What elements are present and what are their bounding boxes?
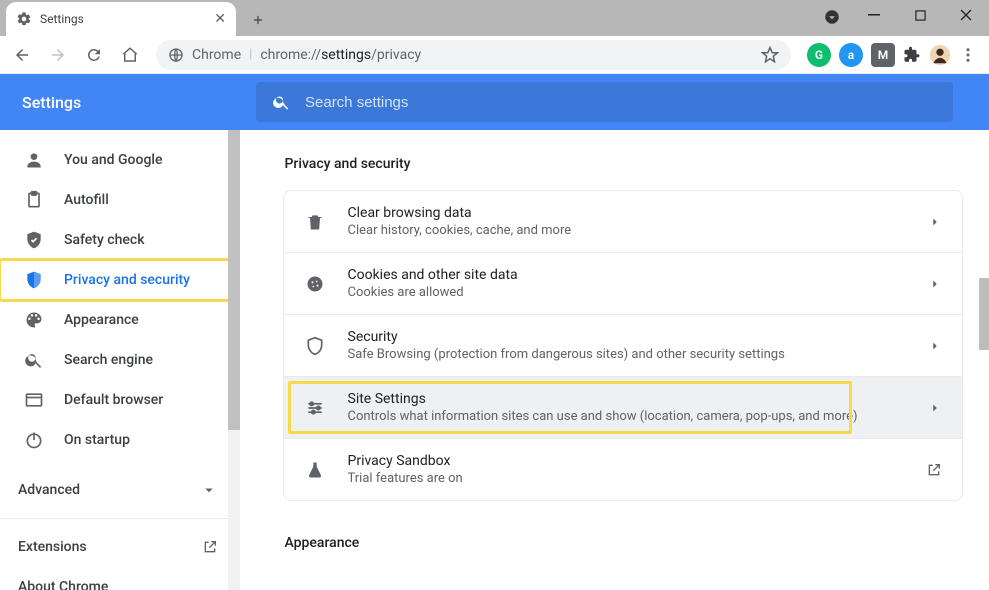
window-controls xyxy=(851,0,989,30)
row-privacy-sandbox[interactable]: Privacy Sandbox Trial features are on xyxy=(284,438,962,500)
row-security[interactable]: Security Safe Browsing (protection from … xyxy=(284,314,962,376)
chevron-right-icon xyxy=(928,401,942,415)
privacy-card: Clear browsing data Clear history, cooki… xyxy=(283,190,963,501)
extensions-puzzle-icon[interactable] xyxy=(903,46,921,64)
address-bar[interactable]: Chrome | chrome://settings/privacy xyxy=(156,40,791,70)
search-icon xyxy=(272,92,291,112)
main-scrollbar[interactable] xyxy=(979,130,989,590)
extension-a-icon[interactable]: a xyxy=(839,43,863,67)
shield-check-icon xyxy=(24,230,44,250)
close-window-button[interactable] xyxy=(943,0,989,30)
sidebar-about-chrome[interactable]: About Chrome xyxy=(0,567,240,590)
row-title: Clear browsing data xyxy=(348,205,906,221)
row-cookies[interactable]: Cookies and other site data Cookies are … xyxy=(284,252,962,314)
chevron-right-icon xyxy=(928,215,942,229)
extension-m-icon[interactable]: M xyxy=(871,43,895,67)
shield-icon xyxy=(24,270,44,290)
sidebar-item-you-and-google[interactable]: You and Google xyxy=(0,140,240,180)
home-button[interactable] xyxy=(114,39,146,71)
maximize-button[interactable] xyxy=(897,0,943,30)
row-subtitle: Trial features are on xyxy=(348,471,904,486)
row-clear-browsing-data[interactable]: Clear browsing data Clear history, cooki… xyxy=(284,191,962,252)
shield-icon xyxy=(304,336,326,356)
power-icon xyxy=(24,430,44,450)
url-context: Chrome xyxy=(192,47,241,63)
advanced-label: Advanced xyxy=(18,482,80,498)
trash-icon xyxy=(304,212,326,232)
sidebar-item-default-browser[interactable]: Default browser xyxy=(0,380,240,420)
row-subtitle: Safe Browsing (protection from dangerous… xyxy=(348,347,906,362)
row-title: Privacy Sandbox xyxy=(348,453,904,469)
settings-sidebar: You and Google Autofill Safety check Pri… xyxy=(0,130,256,590)
row-title: Site Settings xyxy=(348,391,906,407)
sliders-icon xyxy=(304,398,326,418)
sidebar-label: Autofill xyxy=(64,192,109,208)
window-titlebar: Settings ✕ xyxy=(0,0,989,36)
extension-grammarly-icon[interactable]: G xyxy=(807,43,831,67)
browser-icon xyxy=(24,390,44,410)
browser-tab[interactable]: Settings ✕ xyxy=(6,2,236,36)
chevron-right-icon xyxy=(928,277,942,291)
settings-title: Settings xyxy=(0,93,256,112)
url-text: chrome://settings/privacy xyxy=(260,47,421,63)
profile-avatar-icon[interactable] xyxy=(929,44,951,66)
sidebar-item-on-startup[interactable]: On startup xyxy=(0,420,240,460)
open-external-icon xyxy=(926,462,942,478)
row-title: Cookies and other site data xyxy=(348,267,906,283)
search-input[interactable] xyxy=(305,94,937,111)
forward-button[interactable] xyxy=(42,39,74,71)
sidebar-label: Default browser xyxy=(64,392,163,408)
sidebar-label: Appearance xyxy=(64,312,139,328)
search-icon xyxy=(24,350,44,370)
row-site-settings[interactable]: Site Settings Controls what information … xyxy=(284,376,962,438)
section-title-appearance: Appearance xyxy=(283,535,963,551)
settings-search[interactable] xyxy=(256,82,953,122)
sidebar-label: Search engine xyxy=(64,352,153,368)
back-button[interactable] xyxy=(6,39,38,71)
row-subtitle: Controls what information sites can use … xyxy=(348,409,906,424)
sidebar-advanced-toggle[interactable]: Advanced xyxy=(0,470,240,510)
gear-icon xyxy=(16,11,32,27)
chevron-right-icon xyxy=(928,339,942,353)
chrome-menu-icon[interactable] xyxy=(959,46,977,64)
cookie-icon xyxy=(304,274,326,294)
settings-header: Settings xyxy=(0,74,989,130)
divider xyxy=(0,518,240,519)
person-icon xyxy=(24,150,44,170)
minimize-button[interactable] xyxy=(851,0,897,30)
about-label: About Chrome xyxy=(18,579,108,590)
section-title-privacy: Privacy and security xyxy=(283,156,963,172)
reload-button[interactable] xyxy=(78,39,110,71)
sidebar-item-safety-check[interactable]: Safety check xyxy=(0,220,240,260)
browser-toolbar: Chrome | chrome://settings/privacy G a M xyxy=(0,36,989,74)
sidebar-item-autofill[interactable]: Autofill xyxy=(0,180,240,220)
row-title: Security xyxy=(348,329,906,345)
sidebar-label: On startup xyxy=(64,432,130,448)
site-info-icon[interactable] xyxy=(168,47,184,63)
sidebar-item-privacy-and-security[interactable]: Privacy and security xyxy=(0,260,240,300)
tab-title: Settings xyxy=(40,12,206,26)
sidebar-scrollbar[interactable] xyxy=(228,130,240,590)
clipboard-icon xyxy=(24,190,44,210)
incognito-indicator-icon[interactable] xyxy=(823,8,841,26)
sidebar-item-search-engine[interactable]: Search engine xyxy=(0,340,240,380)
new-tab-button[interactable] xyxy=(244,6,272,34)
row-subtitle: Cookies are allowed xyxy=(348,285,906,300)
sidebar-label: You and Google xyxy=(64,152,162,168)
palette-icon xyxy=(24,310,44,330)
sidebar-label: Safety check xyxy=(64,232,145,248)
extensions-label: Extensions xyxy=(18,539,87,555)
sidebar-label: Privacy and security xyxy=(64,272,190,288)
sidebar-item-appearance[interactable]: Appearance xyxy=(0,300,240,340)
chevron-down-icon xyxy=(200,481,218,499)
settings-main: Privacy and security Clear browsing data… xyxy=(256,130,989,590)
extension-icons: G a M xyxy=(801,43,983,67)
open-external-icon xyxy=(202,539,218,555)
bookmark-star-icon[interactable] xyxy=(761,46,779,64)
row-subtitle: Clear history, cookies, cache, and more xyxy=(348,223,906,238)
close-tab-icon[interactable]: ✕ xyxy=(214,11,226,27)
flask-icon xyxy=(304,460,326,480)
sidebar-extensions-link[interactable]: Extensions xyxy=(0,527,240,567)
